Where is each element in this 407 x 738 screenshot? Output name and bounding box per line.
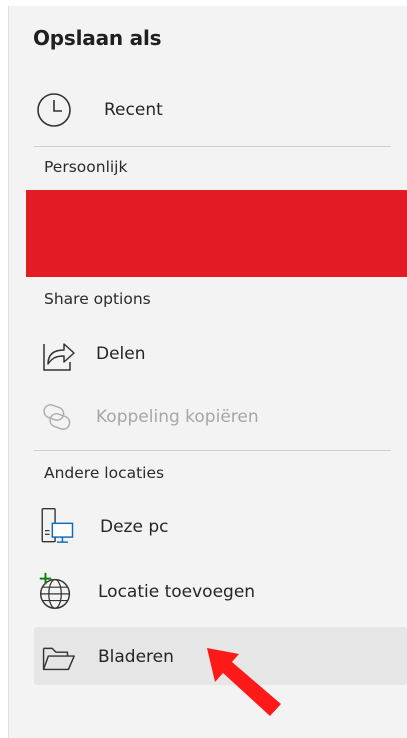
- divider: [34, 146, 391, 147]
- add-location-label: Locatie toevoegen: [98, 582, 256, 602]
- arrow-pointer-icon: [203, 640, 285, 722]
- browse-label: Bladeren: [98, 647, 174, 667]
- recent-item[interactable]: Recent: [34, 90, 163, 130]
- this-pc-label: Deze pc: [100, 517, 169, 537]
- this-pc-item[interactable]: Deze pc: [34, 507, 168, 547]
- copy-link-label: Koppeling kopiëren: [96, 407, 259, 427]
- share-label: Delen: [96, 344, 146, 364]
- recent-label: Recent: [104, 100, 163, 120]
- share-button[interactable]: Delen: [34, 334, 146, 374]
- share-icon: [34, 334, 78, 374]
- browse-item[interactable]: Bladeren: [34, 637, 174, 677]
- clock-icon: [34, 90, 78, 130]
- redacted-block: [26, 190, 407, 277]
- divider: [34, 450, 391, 451]
- section-personal-heading: Persoonlijk: [44, 158, 128, 176]
- computer-icon: [34, 507, 78, 547]
- section-share-heading: Share options: [44, 290, 151, 308]
- section-other-locations-heading: Andere locaties: [44, 464, 165, 482]
- page-title: Opslaan als: [33, 26, 162, 50]
- link-icon: [34, 397, 78, 437]
- folder-icon: [34, 637, 78, 677]
- copy-link-button[interactable]: Koppeling kopiëren: [34, 397, 259, 437]
- add-location-item[interactable]: Locatie toevoegen: [34, 572, 255, 612]
- globe-add-icon: [34, 572, 78, 612]
